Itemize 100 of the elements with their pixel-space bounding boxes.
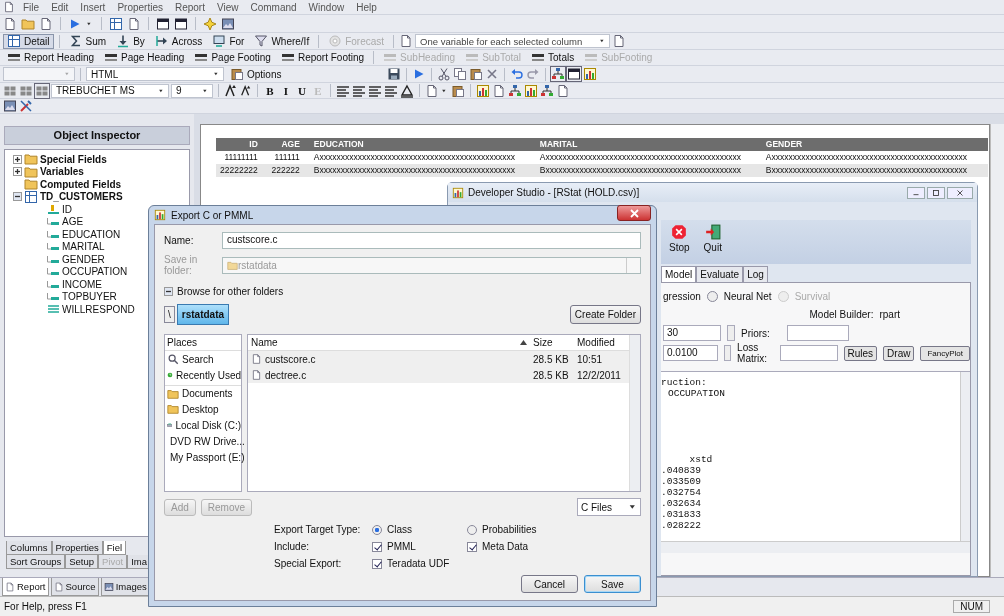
window-icon[interactable] [156, 16, 170, 31]
tree-item[interactable]: Computed Fields [40, 178, 122, 190]
align-icon[interactable] [336, 83, 350, 98]
tree-item[interactable]: EDUCATION [62, 228, 121, 240]
place-item[interactable]: My Passport (E:) [170, 451, 245, 463]
window-icon[interactable] [567, 67, 582, 81]
tree-item[interactable]: GENDER [62, 253, 105, 265]
font-dropdown[interactable]: TREBUCHET MS [51, 83, 169, 98]
window-icon[interactable] [174, 16, 188, 31]
tree-item[interactable]: Variables [40, 166, 84, 178]
image-icon[interactable] [3, 99, 17, 113]
menu-item[interactable]: Command [244, 1, 303, 13]
place-item[interactable]: DVD RW Drive... [170, 435, 245, 447]
tab[interactable]: Model [661, 266, 697, 282]
panel-tab[interactable]: Properties [51, 541, 103, 555]
font-size-icon[interactable] [240, 84, 252, 97]
tree-item[interactable]: MARITAL [62, 241, 105, 253]
font-size-dropdown[interactable]: 9 [171, 83, 213, 98]
menu-item[interactable]: Report [168, 1, 211, 13]
place-item[interactable]: Desktop [182, 403, 219, 415]
chart-icon[interactable] [476, 83, 490, 98]
document-icon[interactable] [612, 34, 627, 48]
column-header[interactable]: Modified [577, 337, 629, 348]
menu-item[interactable]: Insert [74, 1, 112, 13]
toolbar-button[interactable]: Sum [64, 33, 111, 49]
document-tab[interactable]: Source [50, 578, 99, 596]
style-button[interactable]: B [263, 84, 277, 97]
tree-item[interactable]: INCOME [62, 278, 102, 290]
toolbar-button[interactable]: Page Heading [100, 50, 189, 65]
font-size-icon[interactable] [224, 83, 238, 98]
scrollbar[interactable] [629, 335, 640, 491]
tab[interactable]: Evaluate [696, 266, 744, 282]
create-folder-button[interactable]: Create Folder [569, 305, 641, 324]
document-icon[interactable] [3, 16, 17, 31]
copy-icon[interactable] [453, 67, 468, 81]
tree-item[interactable]: TOPBUYER [62, 291, 117, 303]
undo-icon[interactable] [510, 67, 525, 81]
paste-icon[interactable] [451, 83, 465, 98]
tree-icon[interactable] [508, 83, 522, 98]
tree-item[interactable]: WILLRESPOND [62, 303, 135, 315]
expander-label[interactable]: Browse for other folders [177, 286, 284, 297]
scrollbar[interactable] [990, 124, 1004, 577]
tree-item[interactable]: ID [62, 203, 72, 215]
toolbar-button[interactable]: Across [150, 33, 207, 49]
menu-item[interactable]: Edit [45, 1, 75, 13]
quit-button[interactable]: Quit [701, 224, 724, 260]
expand-toggle[interactable] [13, 154, 22, 164]
document-icon[interactable] [425, 83, 439, 98]
panel-tab[interactable]: Ima [127, 555, 151, 569]
paste-icon[interactable] [469, 67, 484, 81]
save-icon[interactable] [387, 67, 402, 81]
tree-item[interactable]: OCCUPATION [62, 266, 128, 278]
chart-icon[interactable] [524, 83, 538, 98]
chart-icon[interactable] [583, 67, 598, 81]
file-type-dropdown[interactable]: C Files [577, 498, 641, 516]
file-name[interactable]: custscore.c [265, 353, 316, 365]
place-item[interactable]: Documents [182, 388, 233, 399]
toolbar-button[interactable]: For [208, 33, 249, 49]
collapse-toggle[interactable] [164, 287, 173, 296]
column-header[interactable]: Name [248, 337, 533, 348]
tree-icon[interactable] [551, 67, 566, 81]
collapse-toggle[interactable] [13, 192, 22, 202]
menu-item[interactable]: Window [302, 1, 351, 13]
panel-tab[interactable]: Sort Groups [6, 555, 66, 569]
toolbar-button[interactable]: Page Footing [190, 50, 275, 65]
document-tab[interactable]: Images [100, 578, 150, 596]
close-icon[interactable] [947, 186, 973, 199]
toolbar-button[interactable]: Report Heading [3, 50, 99, 65]
style-button[interactable]: I [279, 84, 293, 97]
name-field[interactable]: custscore.c [222, 232, 641, 249]
expand-toggle[interactable] [13, 167, 22, 177]
text-field[interactable] [779, 345, 838, 361]
tab[interactable]: Log [743, 266, 768, 282]
close-button[interactable] [617, 205, 651, 221]
toolbar-button[interactable]: Totals [527, 50, 579, 65]
document-icon[interactable] [492, 83, 506, 98]
tree-item[interactable]: Special Fields [40, 153, 107, 165]
radio-button[interactable] [706, 290, 718, 302]
image-icon[interactable] [221, 16, 235, 31]
column-mode-dropdown[interactable]: One variable for each selected column [415, 34, 611, 48]
tree-item[interactable]: AGE [62, 216, 84, 228]
align-icon[interactable] [384, 83, 398, 98]
dialog-button[interactable]: Cancel [521, 575, 578, 593]
stop-button[interactable]: Stop [667, 224, 692, 260]
dialog-button[interactable]: Save [584, 575, 641, 593]
document-icon[interactable] [39, 16, 53, 31]
style-button[interactable]: U [295, 84, 309, 97]
radio-button[interactable] [372, 524, 382, 535]
place-item[interactable]: Search [182, 353, 214, 365]
scrollbar[interactable] [960, 372, 970, 541]
path-button[interactable]: \ [164, 306, 175, 323]
align-icon[interactable] [368, 83, 382, 98]
path-button[interactable]: rstatdata [176, 304, 230, 325]
panel-tab[interactable]: Fiel [102, 541, 127, 555]
toolbar-button[interactable]: Detail [3, 33, 54, 49]
radio-button[interactable] [467, 524, 477, 535]
checkbox[interactable] [467, 541, 477, 552]
number-field[interactable]: 30 [663, 325, 721, 341]
menu-item[interactable]: File [17, 1, 46, 13]
grid-icon[interactable] [35, 83, 49, 98]
